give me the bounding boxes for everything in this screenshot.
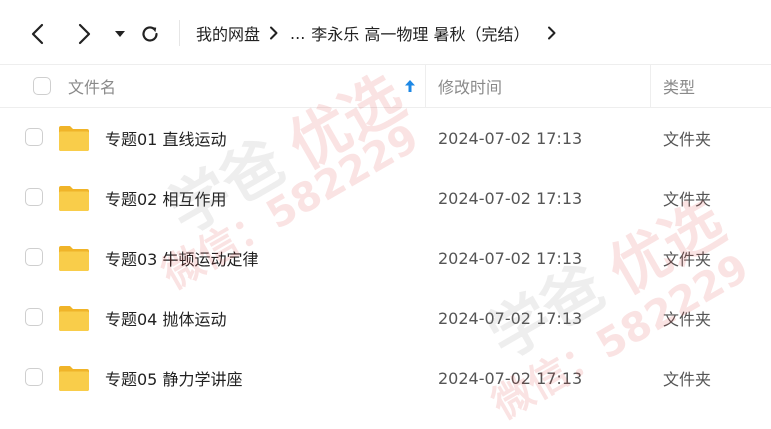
file-type: 文件夹: [663, 250, 712, 269]
modified-time: 2024-07-02 17:13: [438, 188, 583, 208]
history-dropdown-button[interactable]: [110, 22, 130, 46]
file-type: 文件夹: [663, 370, 712, 389]
row-checkbox[interactable]: [25, 128, 43, 146]
file-name[interactable]: 专题01 直线运动: [105, 108, 226, 168]
back-button[interactable]: [24, 20, 52, 48]
file-name[interactable]: 专题03 牛顿运动定律: [105, 228, 258, 288]
list-item[interactable]: 专题01 直线运动 2024-07-02 17:13 文件夹: [0, 108, 771, 168]
list-item[interactable]: 专题04 抛体运动 2024-07-02 17:13 文件夹: [0, 288, 771, 348]
select-all-checkbox[interactable]: [33, 77, 51, 95]
column-header-type[interactable]: 类型: [663, 65, 695, 107]
column-divider[interactable]: [650, 65, 651, 107]
row-checkbox[interactable]: [25, 188, 43, 206]
list-header: 文件名 修改时间 类型: [0, 64, 771, 108]
modified-time: 2024-07-02 17:13: [438, 308, 583, 328]
file-name[interactable]: 专题02 相互作用: [105, 168, 226, 228]
list-item[interactable]: 专题02 相互作用 2024-07-02 17:13 文件夹: [0, 168, 771, 228]
row-checkbox[interactable]: [25, 248, 43, 266]
file-name[interactable]: 专题05 静力学讲座: [105, 348, 242, 408]
modified-time: 2024-07-02 17:13: [438, 248, 583, 268]
breadcrumb-expand-icon[interactable]: [541, 26, 563, 40]
breadcrumb-ellipsis[interactable]: ...: [290, 24, 305, 43]
forward-button[interactable]: [70, 20, 98, 48]
list-item[interactable]: 专题05 静力学讲座 2024-07-02 17:13 文件夹: [0, 348, 771, 408]
column-header-modified[interactable]: 修改时间: [438, 65, 502, 107]
toolbar: 我的网盘 ... 李永乐 高一物理 暑秋（完结）: [0, 0, 771, 64]
folder-icon: [59, 366, 89, 391]
folder-icon: [59, 246, 89, 271]
file-name[interactable]: 专题04 抛体运动: [105, 288, 226, 348]
refresh-button[interactable]: [136, 20, 164, 48]
breadcrumb-root[interactable]: 我的网盘: [196, 21, 260, 45]
chevron-left-icon: [31, 23, 44, 45]
refresh-icon: [142, 26, 158, 42]
folder-icon: [59, 126, 89, 151]
list-item[interactable]: 专题03 牛顿运动定律 2024-07-02 17:13 文件夹: [0, 228, 771, 288]
folder-icon: [59, 306, 89, 331]
column-header-name[interactable]: 文件名: [68, 65, 116, 107]
row-checkbox[interactable]: [25, 308, 43, 326]
file-type: 文件夹: [663, 310, 712, 329]
arrow-up-icon[interactable]: [402, 78, 418, 94]
breadcrumb: 我的网盘 ... 李永乐 高一物理 暑秋（完结）: [196, 18, 566, 48]
breadcrumb-separator-icon: [263, 26, 285, 40]
row-checkbox[interactable]: [25, 368, 43, 386]
file-type: 文件夹: [663, 190, 712, 209]
file-manager-window: 我的网盘 ... 李永乐 高一物理 暑秋（完结） 文件名 修改时间 类型 专题0…: [0, 0, 771, 429]
modified-time: 2024-07-02 17:13: [438, 368, 583, 388]
file-type: 文件夹: [663, 130, 712, 149]
folder-icon: [59, 186, 89, 211]
column-divider[interactable]: [425, 65, 426, 107]
toolbar-divider: [179, 20, 180, 46]
caret-down-icon: [115, 31, 125, 37]
modified-time: 2024-07-02 17:13: [438, 128, 583, 148]
chevron-right-icon: [78, 23, 91, 45]
breadcrumb-current[interactable]: 李永乐 高一物理 暑秋（完结）: [311, 21, 529, 45]
